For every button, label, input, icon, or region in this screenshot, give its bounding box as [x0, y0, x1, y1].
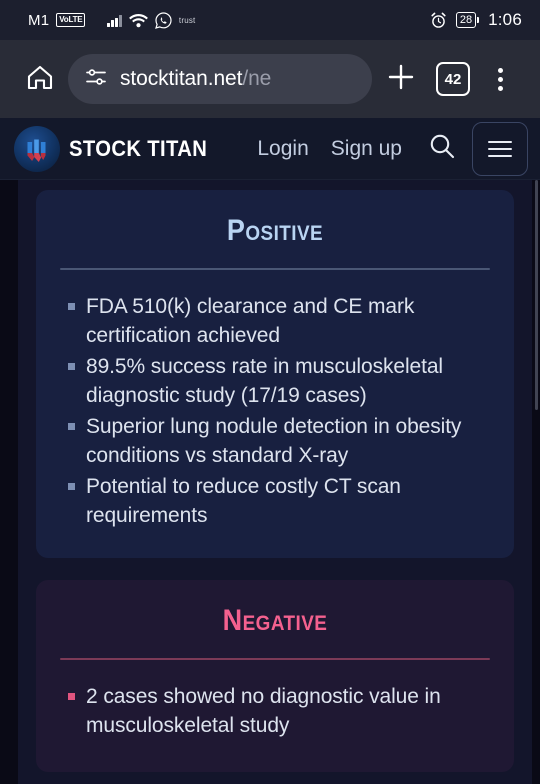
- site-header: STOCK TITAN Login Sign up: [0, 118, 540, 180]
- battery-percent-label: 28: [455, 12, 477, 28]
- page-scrollbar[interactable]: [535, 180, 538, 410]
- negative-card-title: Negative: [222, 604, 328, 637]
- signup-link[interactable]: Sign up: [331, 137, 402, 161]
- trust-app-label: trust: [178, 15, 196, 25]
- status-bar-right: 28 1:06: [430, 0, 522, 40]
- search-button[interactable]: [422, 131, 462, 166]
- positive-card-title: Positive: [226, 214, 324, 247]
- brand-name[interactable]: STOCK TITAN: [69, 136, 207, 162]
- list-item: 89.5% success rate in musculoskeletal di…: [60, 352, 490, 410]
- url-domain: stocktitan.net: [120, 67, 243, 90]
- search-icon: [427, 131, 457, 166]
- login-link[interactable]: Login: [257, 137, 308, 161]
- stock-titan-logo-icon[interactable]: [14, 125, 60, 172]
- hamburger-menu-icon-line: [488, 154, 512, 157]
- hamburger-menu-icon-line: [488, 140, 512, 143]
- status-bar-left: M1 VoLTE trust: [28, 12, 195, 29]
- page-viewport: Positive FDA 510(k) clearance and CE mar…: [0, 180, 540, 784]
- page-content: Positive FDA 510(k) clearance and CE mar…: [18, 180, 532, 784]
- list-item: Potential to reduce costly CT scan requi…: [60, 472, 490, 530]
- home-icon: [24, 61, 56, 98]
- plus-icon: [385, 61, 417, 98]
- hamburger-menu-button[interactable]: [472, 121, 528, 176]
- negative-list: 2 cases showed no diagnostic value in mu…: [60, 682, 490, 740]
- negative-divider: [60, 658, 490, 660]
- tune-settings-icon[interactable]: [84, 65, 108, 94]
- signal-bars-icon: [107, 14, 122, 27]
- three-dot-menu-icon-dot: [497, 85, 503, 91]
- three-dot-menu-icon-dot: [497, 76, 503, 82]
- positive-list: FDA 510(k) clearance and CE mark certifi…: [60, 292, 490, 530]
- negative-card: Negative 2 cases showed no diagnostic va…: [36, 580, 514, 772]
- hamburger-menu-icon-line: [488, 147, 512, 150]
- browser-toolbar: stocktitan.net/ne 42: [0, 40, 540, 118]
- url-text[interactable]: stocktitan.net/ne: [120, 67, 271, 91]
- address-bar[interactable]: stocktitan.net/ne: [68, 54, 372, 104]
- list-item: FDA 510(k) clearance and CE mark certifi…: [60, 292, 490, 350]
- three-dot-menu-icon-dot: [497, 67, 503, 73]
- battery-tip: [477, 17, 480, 23]
- wifi-icon: [129, 13, 148, 28]
- whatsapp-icon: [155, 11, 172, 29]
- tab-switcher-button[interactable]: 42: [430, 62, 476, 96]
- positive-divider: [60, 268, 490, 270]
- home-button[interactable]: [16, 61, 64, 98]
- alarm-clock-icon: [430, 12, 447, 29]
- battery-indicator: 28: [455, 12, 480, 28]
- list-item: 2 cases showed no diagnostic value in mu…: [60, 682, 490, 740]
- status-bar: M1 VoLTE trust 28 1:06: [0, 0, 540, 40]
- tab-count-badge: 42: [436, 62, 470, 96]
- positive-card: Positive FDA 510(k) clearance and CE mar…: [36, 190, 514, 558]
- volte-badge: VoLTE: [56, 13, 86, 27]
- clock-label: 1:06: [488, 10, 522, 29]
- url-path: /ne: [242, 67, 272, 90]
- list-item: Superior lung nodule detection in obesit…: [60, 412, 490, 470]
- browser-menu-button[interactable]: [476, 67, 524, 91]
- carrier-label: M1: [28, 11, 50, 29]
- new-tab-button[interactable]: [372, 61, 430, 98]
